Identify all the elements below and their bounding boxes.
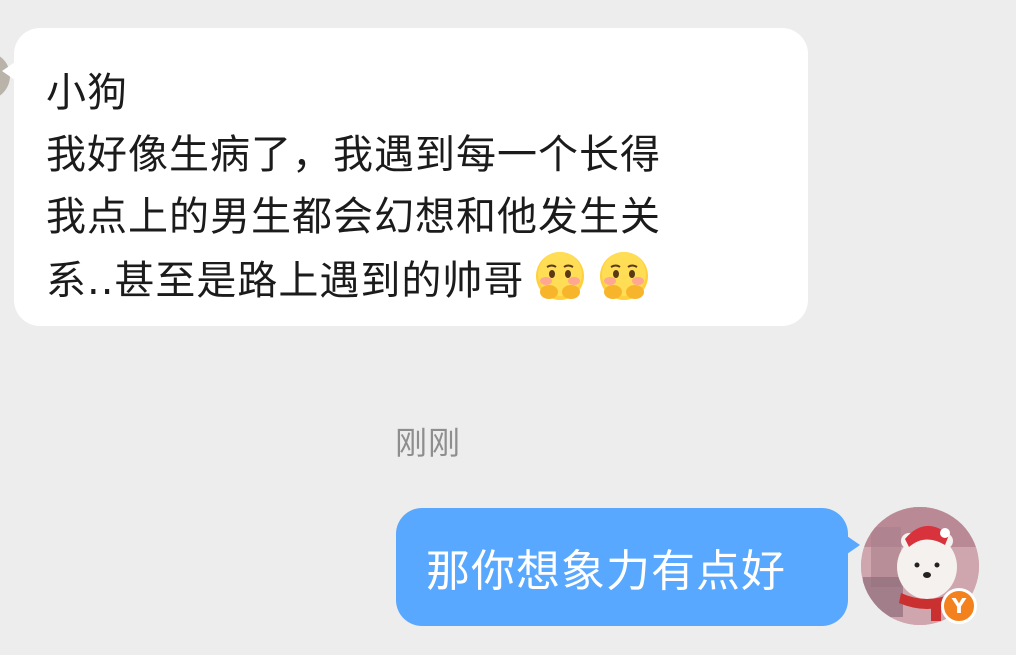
message-line: 我好像生病了，我遇到每一个长得 <box>46 132 661 178</box>
incoming-message-bubble[interactable]: 小狗 我好像生病了，我遇到每一个长得 我点上的男生都会幻想和他发生关 系..甚至… <box>2 28 808 326</box>
avatar-badge: Y <box>941 588 977 624</box>
outgoing-message-bubble[interactable]: 那你想象力有点好 <box>396 508 860 626</box>
message-line: 小狗 <box>46 70 128 116</box>
chat-screen: 小狗 我好像生病了，我遇到每一个长得 我点上的男生都会幻想和他发生关 系..甚至… <box>0 0 1016 655</box>
message-line-last: 系..甚至是路上遇到的帅哥 <box>46 248 778 312</box>
outgoing-message-text: 那你想象力有点好 <box>426 546 786 597</box>
message-line: 我点上的男生都会幻想和他发生关 <box>46 194 661 240</box>
shy-emoji-icon <box>536 252 585 300</box>
shy-emoji-icon <box>600 252 649 300</box>
outgoing-bubble-tail <box>847 536 860 554</box>
incoming-bubble-tail <box>2 62 15 80</box>
message-timestamp: 刚刚 <box>395 424 462 462</box>
message-line-text: 系..甚至是路上遇到的帅哥 <box>46 258 525 304</box>
